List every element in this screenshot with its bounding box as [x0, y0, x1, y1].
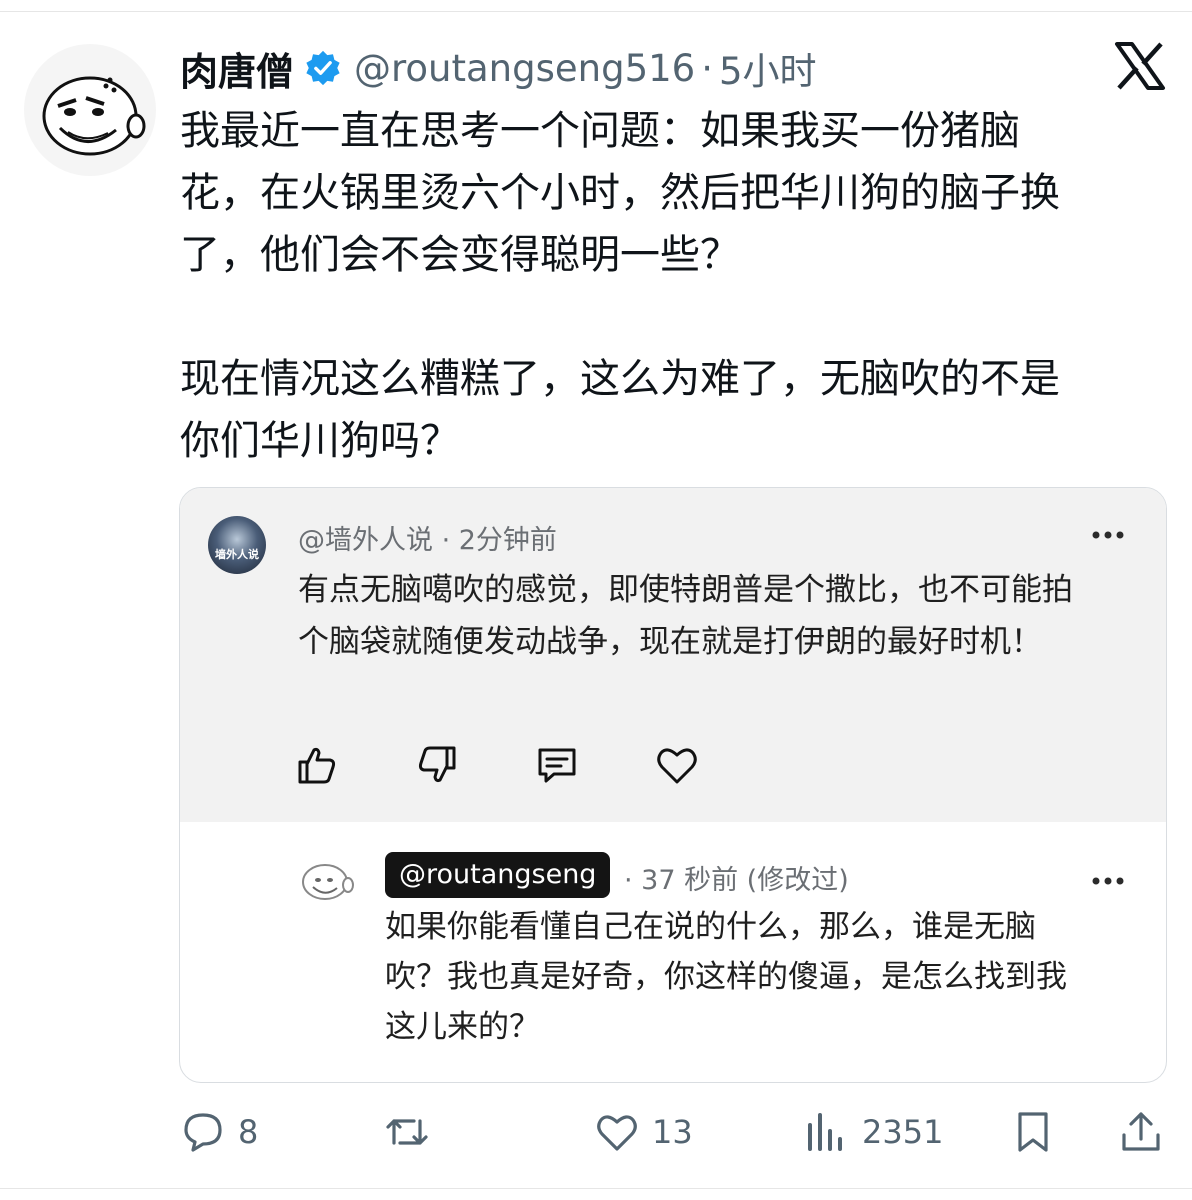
views-button[interactable]: 2351 — [804, 1106, 943, 1158]
reply-text: 如果你能看懂自己在说的什么，那么，谁是无脑吹？我也真是好奇，你这样的傻逼，是怎么… — [385, 909, 1067, 1045]
like-heart-icon — [597, 1115, 637, 1151]
cartoon-head-icon — [42, 76, 146, 156]
reply-avatar-icon[interactable] — [298, 858, 356, 902]
tweet-time[interactable]: 5小时 — [719, 41, 817, 95]
tweet-header: 肉唐僧 @routangseng516 · 5小时 — [180, 41, 817, 95]
reply-more-options-icon[interactable] — [1090, 874, 1126, 888]
author-avatar[interactable] — [24, 44, 156, 176]
thumbs-up-icon[interactable] — [294, 742, 340, 788]
tweet-text: 我最近一直在思考一个问题：如果我买一份猪脑 花，在火锅里烫六个小时，然后把华川狗… — [180, 108, 1060, 464]
like-count: 13 — [652, 1113, 693, 1151]
reply-button[interactable]: 8 — [180, 1106, 258, 1158]
like-button[interactable]: 13 — [594, 1106, 693, 1158]
reply-count: 8 — [238, 1113, 259, 1151]
author-handle[interactable]: @routangseng516 — [354, 47, 695, 90]
views-chart-icon — [808, 1113, 842, 1151]
bookmark-button[interactable] — [1010, 1106, 1068, 1158]
comment-actions — [294, 742, 734, 788]
share-icon — [1122, 1112, 1160, 1151]
commenter-avatar[interactable]: 墙外人说 — [208, 516, 266, 574]
views-count: 2351 — [862, 1113, 944, 1151]
top-divider — [0, 0, 1192, 12]
bottom-divider — [0, 1188, 1192, 1189]
bookmark-icon — [1018, 1112, 1048, 1152]
x-logo-icon[interactable] — [1114, 42, 1166, 90]
reply-meta: · 37 秒前 (修改过) — [624, 865, 849, 896]
comment-text: 有点无脑噶吹的感觉，即使特朗普是个撒比，也不可能拍个脑袋就随便发动战争，现在就是… — [298, 572, 1073, 660]
display-name[interactable]: 肉唐僧 — [180, 41, 294, 96]
reply-author-handle[interactable]: @routangseng — [385, 852, 611, 898]
thumbs-down-icon[interactable] — [414, 742, 460, 788]
quoted-comment: 墙外人说 @墙外人说 · 2分钟前 有点无脑噶吹的感觉，即使特朗普是个撒比，也不… — [180, 488, 1166, 822]
comment-meta: @墙外人说 · 2分钟前 — [298, 525, 557, 556]
repost-icon — [386, 1119, 428, 1145]
commenter-avatar-label: 墙外人说 — [215, 548, 259, 561]
tweet-action-bar: 8 13 2351 — [0, 1106, 1192, 1158]
share-button[interactable] — [1118, 1106, 1176, 1158]
quoted-comment-card[interactable]: 墙外人说 @墙外人说 · 2分钟前 有点无脑噶吹的感觉，即使特朗普是个撒比，也不… — [179, 487, 1167, 1083]
more-options-icon[interactable] — [1090, 528, 1126, 542]
verified-badge-icon — [306, 50, 340, 86]
reply-bubble-icon — [184, 1113, 222, 1152]
meta-separator: · — [701, 46, 713, 90]
repost-button[interactable] — [384, 1106, 442, 1158]
heart-icon[interactable] — [654, 742, 700, 788]
comment-icon[interactable] — [534, 742, 580, 788]
